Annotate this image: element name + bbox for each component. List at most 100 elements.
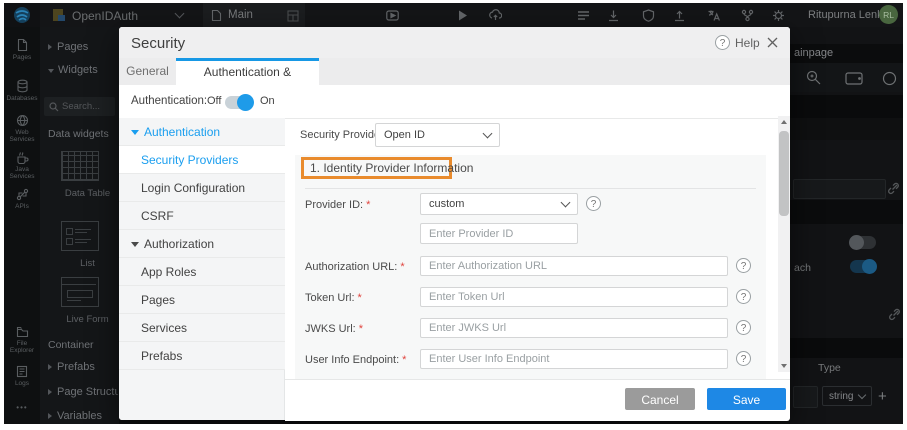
dialog-title: Security xyxy=(131,35,185,52)
nav-item-security-providers[interactable]: Security Providers xyxy=(119,146,285,174)
export-icon[interactable] xyxy=(673,9,686,22)
nav-item-login-configuration[interactable]: Login Configuration xyxy=(119,174,285,202)
security-dialog: Security ? Help General Authentication &… xyxy=(119,27,790,420)
link-icon[interactable] xyxy=(888,308,901,321)
property-input[interactable] xyxy=(793,179,886,199)
inspect-icon[interactable] xyxy=(806,70,822,86)
user-info-endpoint-help-icon[interactable]: ? xyxy=(736,351,751,366)
frame-top xyxy=(0,0,907,3)
gear-icon[interactable] xyxy=(772,9,785,22)
property-toggle-off[interactable] xyxy=(850,236,876,249)
tab-general[interactable]: General xyxy=(119,58,176,85)
help-link[interactable]: Help xyxy=(735,36,760,50)
page-tab-main[interactable]: Main xyxy=(203,3,305,27)
add-variable-button[interactable]: + xyxy=(878,388,887,405)
more-icon[interactable]: ••• xyxy=(4,404,40,411)
right-panel-tabstrip: ainpage xyxy=(790,44,903,63)
section-divider xyxy=(305,188,756,189)
chevron-down-icon xyxy=(858,391,866,399)
authentication-toggle[interactable] xyxy=(225,96,252,109)
help-icon[interactable]: ? xyxy=(715,35,730,50)
page-structure-tree-item[interactable]: Page Structure xyxy=(48,386,118,398)
preview-play-icon[interactable] xyxy=(456,9,469,22)
scroll-up-icon[interactable] xyxy=(778,116,790,128)
file-explorer-icon xyxy=(16,326,29,338)
widget-search[interactable]: Search... xyxy=(44,97,115,116)
chevron-down-icon xyxy=(561,198,571,208)
provider-id-input[interactable] xyxy=(420,223,578,244)
caret-right-icon xyxy=(48,413,52,419)
scrollbar-thumb[interactable] xyxy=(779,131,789,216)
sidebar-item-pages[interactable]: Pages xyxy=(4,38,40,61)
nav-item-pages[interactable]: Pages xyxy=(119,286,285,314)
app-screenshot: OpenIDAuth Main Ritupurna Lenka RL Pages… xyxy=(0,0,907,430)
token-url-input[interactable] xyxy=(420,287,728,307)
nav-group-authorization[interactable]: Authorization xyxy=(119,230,285,258)
type-column-header: Type xyxy=(818,362,841,374)
data-table-icon xyxy=(61,151,99,181)
caret-down-icon xyxy=(131,242,139,247)
variable-name-input[interactable] xyxy=(793,386,818,408)
widget-tile-live-form[interactable]: Live Form xyxy=(44,272,115,332)
toggle-knob xyxy=(237,94,254,111)
close-icon[interactable] xyxy=(767,37,778,48)
widget-tile-data-table[interactable]: Data Table xyxy=(44,146,115,206)
cancel-button[interactable]: Cancel xyxy=(625,388,695,410)
user-info-endpoint-input[interactable] xyxy=(420,349,728,369)
nav-item-prefabs[interactable]: Prefabs xyxy=(119,342,285,370)
sidebar-item-java-services[interactable]: Java Services xyxy=(4,151,40,180)
save-button[interactable]: Save xyxy=(707,388,786,410)
sidebar-item-apis[interactable]: APIs xyxy=(4,188,40,210)
security-provider-select[interactable]: Open ID xyxy=(375,123,500,147)
frame-right xyxy=(903,0,907,430)
provider-id-help-icon[interactable]: ? xyxy=(586,196,601,211)
widgets-tree-item[interactable]: Widgets xyxy=(48,64,98,76)
jwks-url-input[interactable] xyxy=(420,318,728,338)
databases-icon xyxy=(16,79,29,93)
type-select-value: string xyxy=(829,391,853,402)
sidebar-item-web-services[interactable]: Web Services xyxy=(4,114,40,143)
structure-rows-icon[interactable] xyxy=(577,9,590,22)
branch-icon[interactable] xyxy=(741,9,754,22)
variables-tree-item[interactable]: Variables xyxy=(48,410,102,422)
sidebar-item-file-explorer[interactable]: File Explorer xyxy=(4,326,40,354)
widget-tile-list[interactable]: List xyxy=(44,216,115,276)
authorization-url-help-icon[interactable]: ? xyxy=(736,258,751,273)
container-header: Container xyxy=(48,339,94,351)
right-panel-strip3 xyxy=(790,200,903,224)
sidebar-item-databases[interactable]: Databases xyxy=(4,79,40,102)
nav-item-services[interactable]: Services xyxy=(119,314,285,342)
avatar[interactable]: RL xyxy=(879,5,898,24)
device-icon[interactable] xyxy=(845,72,863,85)
avatar-initials: RL xyxy=(883,10,894,20)
jwks-url-help-icon[interactable]: ? xyxy=(736,320,751,335)
content-scrollbar[interactable] xyxy=(778,116,790,372)
page-tab-partial[interactable]: ainpage xyxy=(794,47,833,59)
chevron-down-icon xyxy=(175,9,185,19)
import-icon[interactable] xyxy=(607,9,620,22)
translate-icon[interactable] xyxy=(707,9,720,22)
nav-group-authentication[interactable]: Authentication xyxy=(119,118,285,146)
project-switcher[interactable]: OpenIDAuth xyxy=(52,5,192,25)
nav-item-csrf[interactable]: CSRF xyxy=(119,202,285,230)
theme-circle-icon[interactable] xyxy=(882,71,897,86)
cloud-deploy-icon[interactable] xyxy=(489,9,502,22)
run-app-icon[interactable] xyxy=(386,9,399,22)
nav-item-app-roles[interactable]: App Roles xyxy=(119,258,285,286)
shield-icon[interactable] xyxy=(642,9,655,22)
provider-id-select[interactable]: custom xyxy=(420,193,578,215)
search-placeholder: Search... xyxy=(62,101,100,112)
tab-authentication-authorization[interactable]: Authentication & Authorization xyxy=(176,58,319,85)
pages-tree-item[interactable]: Pages xyxy=(48,41,88,53)
type-select[interactable]: string xyxy=(822,386,872,406)
property-toggle-on[interactable] xyxy=(850,260,876,273)
scroll-down-icon[interactable] xyxy=(778,360,790,372)
logo-cell[interactable] xyxy=(4,3,40,27)
sidebar-item-logs[interactable]: Logs xyxy=(4,365,40,387)
user-name[interactable]: Ritupurna Lenka xyxy=(808,9,889,21)
token-url-help-icon[interactable]: ? xyxy=(736,289,751,304)
link-icon[interactable] xyxy=(887,182,900,195)
authorization-url-input[interactable] xyxy=(420,256,728,276)
prefabs-tree-item[interactable]: Prefabs xyxy=(48,361,95,373)
authentication-row: Authentication: Off On xyxy=(119,85,790,119)
